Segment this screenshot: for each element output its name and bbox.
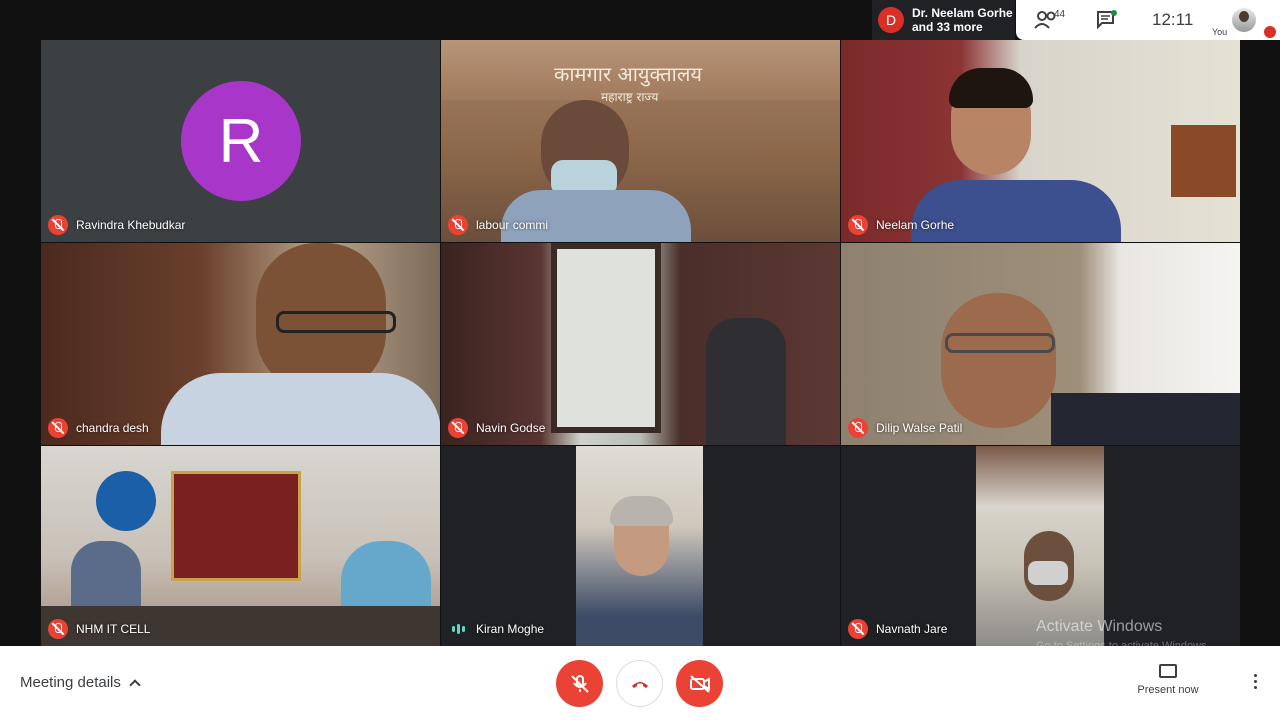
top-bar: 44 12:11 You bbox=[1016, 0, 1280, 40]
participant-tile[interactable]: Navnath Jare bbox=[841, 446, 1240, 646]
participant-count: 44 bbox=[1054, 9, 1066, 20]
mic-off-icon bbox=[448, 418, 468, 438]
camera-off-icon bbox=[689, 674, 710, 693]
participant-name-label: Neelam Gorhe bbox=[876, 218, 955, 232]
participant-tile[interactable]: R Ravindra Khebudkar bbox=[41, 40, 440, 242]
glasses bbox=[276, 311, 396, 333]
mic-off-icon bbox=[848, 215, 868, 235]
person-head bbox=[941, 293, 1056, 428]
mic-off-icon bbox=[848, 418, 868, 438]
you-label: You bbox=[1212, 27, 1228, 37]
presenter-chip[interactable]: D Dr. Neelam Gorhe and 33 more bbox=[872, 0, 1015, 40]
presenter-text: Dr. Neelam Gorhe and 33 more bbox=[912, 6, 1013, 34]
chevron-up-icon bbox=[129, 679, 141, 691]
empty-chair bbox=[706, 318, 786, 445]
participant-name-label: Dilip Walse Patil bbox=[876, 421, 963, 435]
office-board bbox=[171, 471, 301, 581]
phone-hangup-icon bbox=[631, 681, 648, 688]
participant-name: NHM IT CELL bbox=[48, 619, 150, 639]
wall-art bbox=[1171, 125, 1236, 197]
mic-off-icon bbox=[48, 418, 68, 438]
participant-name-label: NHM IT CELL bbox=[76, 622, 151, 636]
participant-name: Dilip Walse Patil bbox=[848, 418, 962, 438]
participant-name: Navnath Jare bbox=[848, 619, 947, 639]
hair bbox=[949, 68, 1033, 108]
participant-tile[interactable]: कामगार आयुक्तालय महाराष्ट्र राज्य labour… bbox=[441, 40, 840, 242]
mic-off-icon bbox=[48, 215, 68, 235]
self-avatar[interactable] bbox=[1232, 8, 1256, 32]
speaking-indicator-icon bbox=[448, 619, 468, 639]
participant-name: Neelam Gorhe bbox=[848, 215, 954, 235]
office-sign-text: कामगार आयुक्तालय bbox=[554, 62, 702, 86]
face-mask bbox=[1028, 561, 1068, 585]
camera-toggle-button[interactable] bbox=[676, 660, 723, 707]
avatar: R bbox=[181, 81, 301, 201]
participant-name-label: Ravindra Khebudkar bbox=[76, 218, 186, 232]
microphone-toggle-button[interactable] bbox=[556, 660, 603, 707]
logo-banner bbox=[96, 471, 156, 531]
participant-tile[interactable]: NHM IT CELL bbox=[41, 446, 440, 646]
control-bar: Meeting details Present now bbox=[0, 646, 1280, 720]
participant-name-label: Navin Godse bbox=[476, 421, 546, 435]
participant-name-label: Kiran Moghe bbox=[476, 622, 545, 636]
participant-name: Kiran Moghe bbox=[448, 619, 544, 639]
video-grid: R Ravindra Khebudkar कामगार आयुक्तालय मह… bbox=[0, 0, 1280, 652]
glasses bbox=[945, 333, 1055, 353]
participant-name-label: Navnath Jare bbox=[876, 622, 948, 636]
participant-tile[interactable]: Neelam Gorhe bbox=[841, 40, 1240, 242]
participant-name: Navin Godse bbox=[448, 418, 545, 438]
camera-feed bbox=[576, 446, 703, 646]
presenter-avatar: D bbox=[878, 7, 904, 33]
participant-tile[interactable]: Kiran Moghe bbox=[441, 446, 840, 646]
mic-off-icon bbox=[570, 674, 589, 693]
hair bbox=[610, 496, 673, 526]
more-options-icon[interactable] bbox=[1250, 674, 1260, 694]
participant-tile[interactable]: Navin Godse bbox=[441, 243, 840, 445]
participant-name: chandra desh bbox=[48, 418, 149, 438]
office-sign-subtext: महाराष्ट्र राज्य bbox=[601, 90, 659, 104]
present-now-button[interactable]: Present now bbox=[1128, 664, 1208, 696]
participant-name: Ravindra Khebudkar bbox=[48, 215, 185, 235]
present-screen-icon bbox=[1159, 664, 1177, 678]
participant-tile[interactable]: chandra desh bbox=[41, 243, 440, 445]
participant-name-label: labour commi bbox=[476, 218, 549, 232]
present-now-label: Present now bbox=[1137, 684, 1199, 696]
person-body bbox=[161, 373, 440, 445]
mic-off-icon bbox=[48, 619, 68, 639]
activation-watermark-title: Activate Windows bbox=[1036, 618, 1163, 635]
participant-name: labour commi bbox=[448, 215, 548, 235]
participant-name-label: chandra desh bbox=[76, 421, 149, 435]
camera-feed bbox=[976, 446, 1104, 646]
self-mic-off-icon bbox=[1264, 26, 1276, 38]
leave-call-button[interactable] bbox=[616, 660, 663, 707]
window bbox=[551, 243, 661, 433]
mic-off-icon bbox=[848, 619, 868, 639]
participant-tile[interactable]: Dilip Walse Patil bbox=[841, 243, 1240, 445]
mic-off-icon bbox=[448, 215, 468, 235]
meeting-details-button[interactable]: Meeting details bbox=[20, 674, 141, 691]
chair-back bbox=[1051, 393, 1240, 445]
chat-icon[interactable] bbox=[1096, 10, 1118, 30]
presenter-others: and 33 more bbox=[912, 20, 983, 34]
clock: 12:11 bbox=[1152, 10, 1194, 29]
presenter-name: Dr. Neelam Gorhe bbox=[912, 6, 1013, 20]
meeting-details-label: Meeting details bbox=[20, 674, 121, 691]
